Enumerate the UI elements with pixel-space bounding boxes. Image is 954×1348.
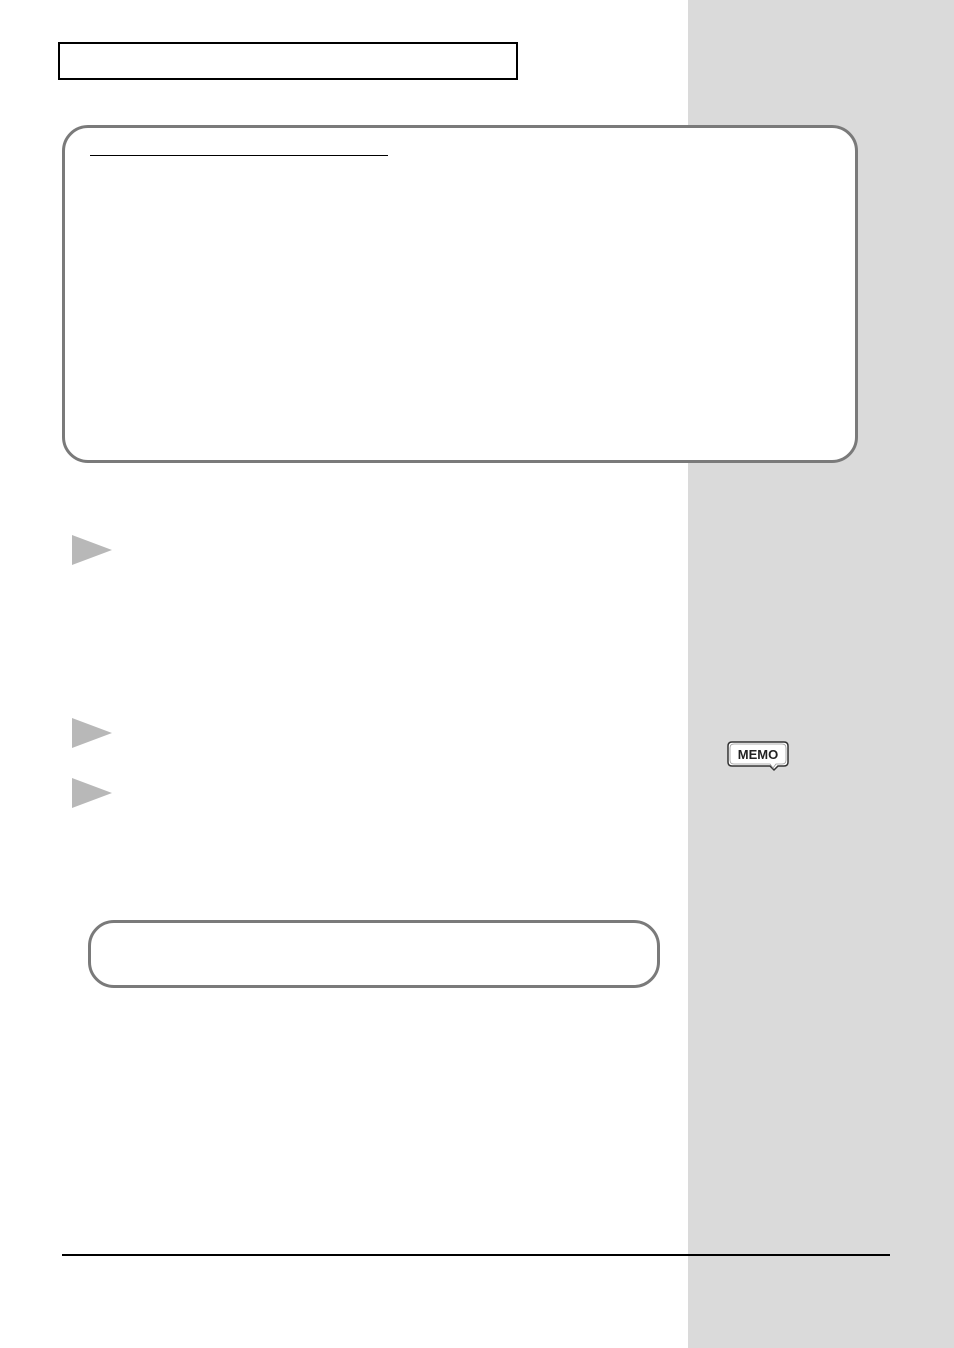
memo-icon: MEMO — [726, 738, 790, 777]
step-arrow-icon — [72, 778, 112, 808]
title-box — [58, 42, 518, 80]
step-arrow-icon — [72, 535, 112, 565]
footer-divider — [62, 1254, 890, 1256]
step-arrow-icon — [72, 718, 112, 748]
heading-underline — [90, 155, 388, 156]
info-panel-large — [62, 125, 858, 463]
note-panel-small — [88, 920, 660, 988]
svg-text:MEMO: MEMO — [738, 747, 778, 762]
